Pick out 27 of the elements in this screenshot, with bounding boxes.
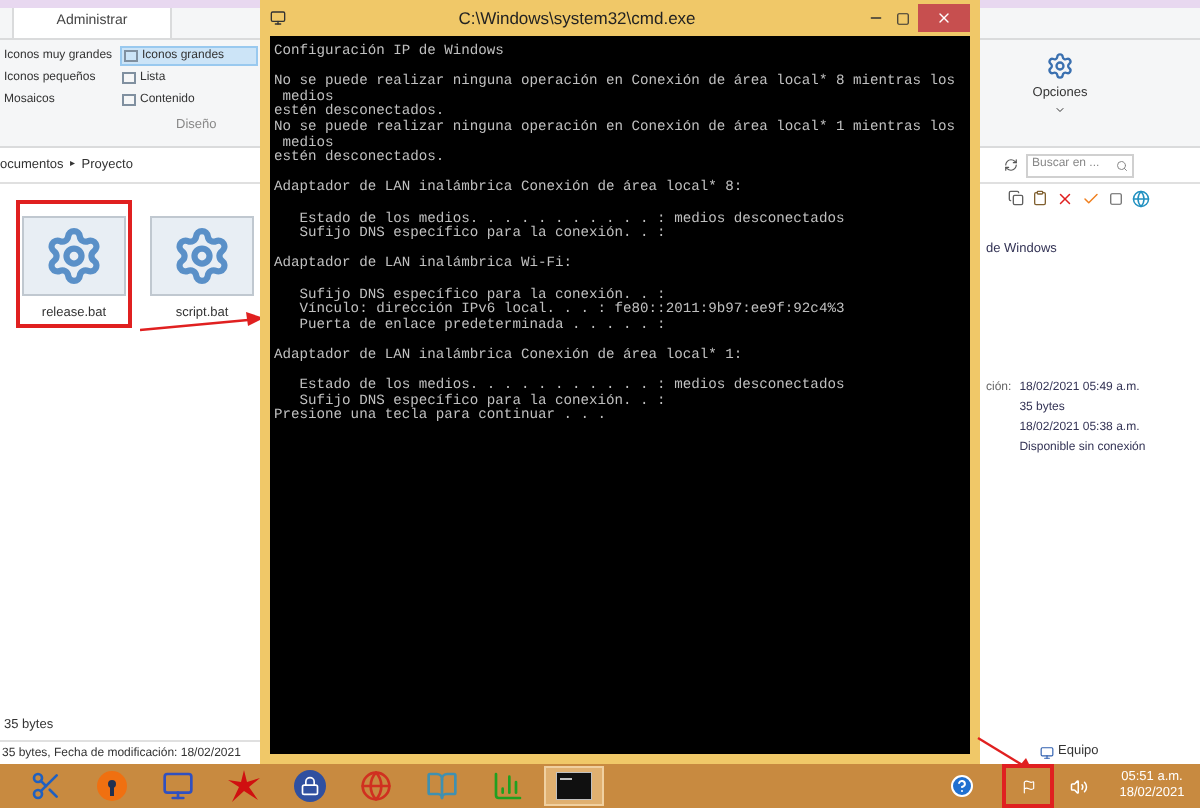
lock-icon[interactable] — [294, 770, 326, 802]
copy-icon[interactable] — [1008, 190, 1024, 206]
globe-icon[interactable] — [1132, 189, 1150, 207]
annotation-arrow — [140, 308, 264, 332]
check-icon[interactable] — [1082, 189, 1100, 207]
console-icon[interactable] — [556, 772, 592, 800]
scissors-icon[interactable] — [30, 770, 62, 802]
gear-icon — [172, 226, 232, 286]
globe-icon[interactable] — [360, 770, 392, 802]
refresh-icon[interactable] — [1004, 158, 1018, 172]
taskbar-button[interactable] — [544, 766, 604, 806]
volume-icon[interactable] — [1070, 777, 1088, 795]
close-icon — [936, 10, 952, 26]
chevron-down-icon — [1054, 103, 1066, 116]
search-icon[interactable] — [1116, 159, 1128, 171]
clipboard-icon[interactable] — [1032, 190, 1048, 206]
cmd-icon — [270, 10, 286, 26]
delete-icon[interactable] — [1056, 189, 1074, 207]
keyhole-icon[interactable] — [96, 770, 128, 802]
help-icon[interactable] — [950, 774, 974, 798]
computer-icon — [1040, 745, 1054, 759]
gear-icon — [44, 226, 104, 286]
window-title: C:\Windows\system32\cmd.exe — [456, 5, 698, 31]
maximize-icon[interactable] — [896, 11, 910, 25]
settings-icon — [1046, 52, 1074, 80]
flag-icon[interactable] — [1021, 779, 1035, 793]
monitor-icon[interactable] — [162, 770, 194, 802]
